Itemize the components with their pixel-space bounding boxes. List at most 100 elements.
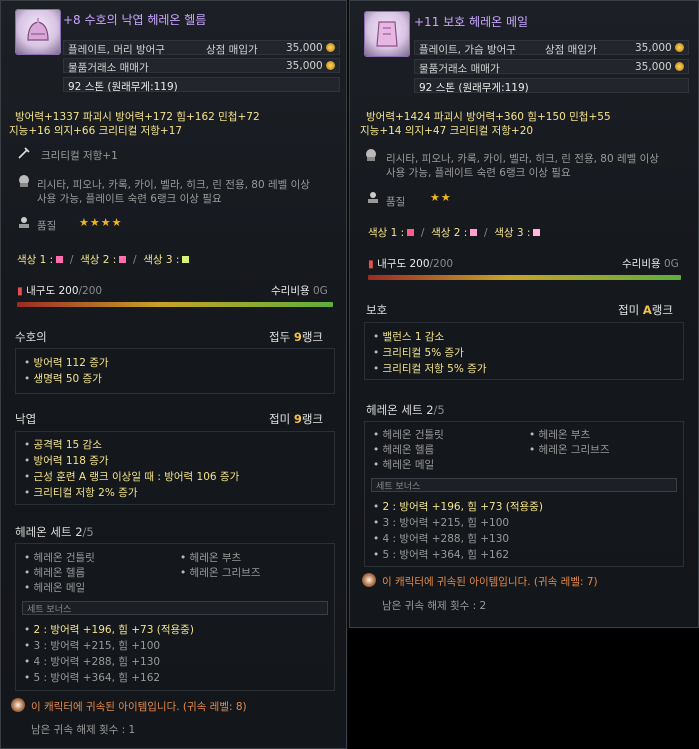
bound-icon [11, 698, 25, 712]
unbind-count: 남은 귀속 해제 횟수 : 2 [382, 600, 487, 612]
dye-colors: 색상 1 : / 색상 2 : / 색상 3 : [17, 252, 190, 267]
enchant-suffix-panel: 밸런스 1 감소 크리티컬 5% 증가 크리티컬 저항 5% 증가 [364, 322, 684, 380]
enchant-suffix-panel: 공격력 15 감소 방어력 118 증가 근성 훈련 A 랭크 이상일 때 : … [15, 431, 335, 505]
color-2-swatch [119, 256, 127, 263]
prefix-effect: 방어력 112 증가 [24, 355, 109, 370]
enchant-prefix-panel: 방어력 112 증가 생명력 50 증가 [15, 348, 335, 394]
color-2-swatch [470, 229, 478, 236]
item-type-row: 플레이트, 가슴 방어구 상점 매입가 35,000 [414, 40, 689, 56]
stats-line-2: 지능+16 의지+66 크리티컬 저항+17 [9, 125, 183, 137]
trade-price: 35,000 [635, 61, 684, 73]
bound-icon [362, 573, 376, 587]
gold-coin-icon [325, 43, 335, 52]
enchant-suffix-rank: 접미 9랭크 [269, 412, 324, 426]
weight-row: 92 스톤 (원래무게:119) [414, 78, 689, 94]
trade-price-label: 물품거래소 매매가 [68, 62, 149, 74]
mail-item-icon [364, 11, 410, 57]
enchant-suffix-title: 낙엽 [15, 412, 37, 426]
set-panel: 헤레온 건틀릿 헤레온 부츠 헤레온 헬름 헤레온 그리브즈 헤레온 메일 세트… [15, 543, 335, 691]
set-part: 헤레온 메일 [373, 457, 435, 472]
repair-cost: 수리비용 0G [622, 258, 679, 270]
item-type-row: 플레이트, 머리 방어구 상점 매입가 35,000 [63, 40, 340, 56]
dye-colors: 색상 1 : / 색상 2 : / 색상 3 : [368, 225, 541, 240]
stats-line-2: 지능+14 의지+47 크리티컬 저항+20 [360, 125, 534, 137]
color-1-swatch [407, 229, 415, 236]
set-bonus: 4 : 방어력 +288, 힘 +130 [24, 654, 161, 669]
trade-price-row: 물품거래소 매매가 35,000 [414, 59, 689, 75]
sell-price-label: 상점 매입가 [545, 44, 597, 56]
enchant-suffix-rank: 접미 A랭크 [618, 303, 673, 317]
engrave-icon [17, 146, 31, 160]
color-3-swatch [533, 229, 541, 236]
set-bonus: 4 : 방어력 +288, 힘 +130 [373, 531, 510, 546]
set-part: 헤레온 헬름 [24, 565, 86, 580]
color-1-swatch [56, 256, 64, 263]
set-title: 헤레온 세트 2/5 [15, 525, 94, 539]
color-3-swatch [182, 256, 190, 263]
durability: ▮ 내구도 200/200 [368, 258, 454, 270]
enchant-suffix-title: 보호 [366, 303, 388, 317]
stats-line-1: 방어력+1424 파괴시 방어력+360 힘+150 민첩+55 [366, 111, 611, 123]
set-part: 헤레온 헬름 [373, 442, 435, 457]
suffix-effect: 근성 훈련 A 랭크 이상일 때 : 방어력 106 증가 [24, 469, 240, 484]
gold-coin-icon [674, 43, 684, 52]
trade-price: 35,000 [286, 60, 335, 72]
quality-stars: ★★ [430, 191, 452, 204]
repair-cost: 수리비용 0G [271, 285, 328, 297]
gold-coin-icon [674, 62, 684, 71]
color-1-label: 색상 1 : [17, 254, 54, 266]
gold-coin-icon [325, 61, 335, 70]
set-part: 헤레온 그리브즈 [529, 442, 610, 457]
item-weight: 92 스톤 (원래무게:119) [419, 82, 529, 94]
item-tooltip-mail: +11 보호 헤레온 메일 플레이트, 가슴 방어구 상점 매입가 35,000… [349, 0, 699, 628]
color-3-label: 색상 3 : [143, 254, 180, 266]
quality-label: 품질 [37, 220, 57, 232]
background-area [348, 628, 699, 749]
sell-price: 35,000 [286, 42, 335, 54]
quality-stars: ★★★★ [79, 216, 123, 229]
unbind-count: 남은 귀속 해제 횟수 : 1 [31, 724, 136, 736]
prefix-effect: 생명력 50 증가 [24, 371, 102, 386]
set-title: 헤레온 세트 2/5 [366, 403, 445, 417]
set-part: 헤레온 부츠 [180, 550, 242, 565]
suffix-effect: 밸런스 1 감소 [373, 329, 445, 344]
item-type: 플레이트, 머리 방어구 [68, 44, 165, 56]
color-2-label: 색상 2 : [80, 254, 117, 266]
suffix-effect: 크리티컬 5% 증가 [373, 345, 464, 360]
set-bonus-header: 세트 보너스 [22, 601, 328, 615]
color-1-label: 색상 1 : [368, 227, 405, 239]
item-weight: 92 스톤 (원래무게:119) [68, 81, 178, 93]
stats-line-1: 방어력+1337 파괴시 방어력+172 힘+162 민첩+72 [15, 111, 260, 123]
set-bonus: 3 : 방어력 +215, 힘 +100 [24, 638, 161, 653]
requirement-line-1: 리시타, 피오나, 카록, 카이, 벨라, 히크, 린 전용, 80 레벨 이상 [386, 153, 659, 165]
set-bonus: 3 : 방어력 +215, 힘 +100 [373, 515, 510, 530]
suffix-effect: 방어력 118 증가 [24, 453, 109, 468]
item-type: 플레이트, 가슴 방어구 [419, 44, 516, 56]
sell-price: 35,000 [635, 42, 684, 54]
quality-label: 품질 [386, 196, 406, 208]
sell-price-label: 상점 매입가 [206, 44, 258, 56]
requirement-line-1: 리시타, 피오나, 카록, 카이, 벨라, 히크, 린 전용, 80 레벨 이상 [37, 179, 310, 191]
requirement-helmet-icon [364, 148, 378, 162]
weight-row: 92 스톤 (원래무게:119) [63, 77, 340, 93]
set-panel: 헤레온 건틀릿 헤레온 부츠 헤레온 헬름 헤레온 그리브즈 헤레온 메일 세트… [364, 421, 684, 567]
item-title: +8 수호의 낙엽 헤레온 헬름 [63, 13, 207, 27]
enchant-prefix-title: 수호의 [15, 330, 47, 344]
bound-notice: 이 캐릭터에 귀속된 아이템입니다. (귀속 레벨: 7) [382, 576, 598, 588]
set-part: 헤레온 메일 [24, 580, 86, 595]
suffix-effect: 크리티컬 저항 2% 증가 [24, 485, 138, 500]
requirement-line-2: 사용 가능, 플레이트 숙련 6랭크 이상 필요 [386, 167, 571, 179]
durability: ▮ 내구도 200/200 [17, 285, 103, 297]
set-part: 헤레온 건틀릿 [24, 550, 95, 565]
quality-icon [366, 190, 380, 204]
item-tooltip-helm: +8 수호의 낙엽 헤레온 헬름 플레이트, 머리 방어구 상점 매입가 35,… [0, 0, 347, 749]
suffix-effect: 공격력 15 감소 [24, 437, 102, 452]
color-3-label: 색상 3 : [494, 227, 531, 239]
durability-bar [368, 275, 681, 280]
requirement-helmet-icon [17, 174, 31, 188]
suffix-effect: 크리티컬 저항 5% 증가 [373, 361, 487, 376]
item-title: +11 보호 헤레온 메일 [414, 15, 529, 29]
color-2-label: 색상 2 : [431, 227, 468, 239]
durability-bar [17, 302, 333, 307]
bound-notice: 이 캐릭터에 귀속된 아이템입니다. (귀속 레벨: 8) [31, 701, 247, 713]
